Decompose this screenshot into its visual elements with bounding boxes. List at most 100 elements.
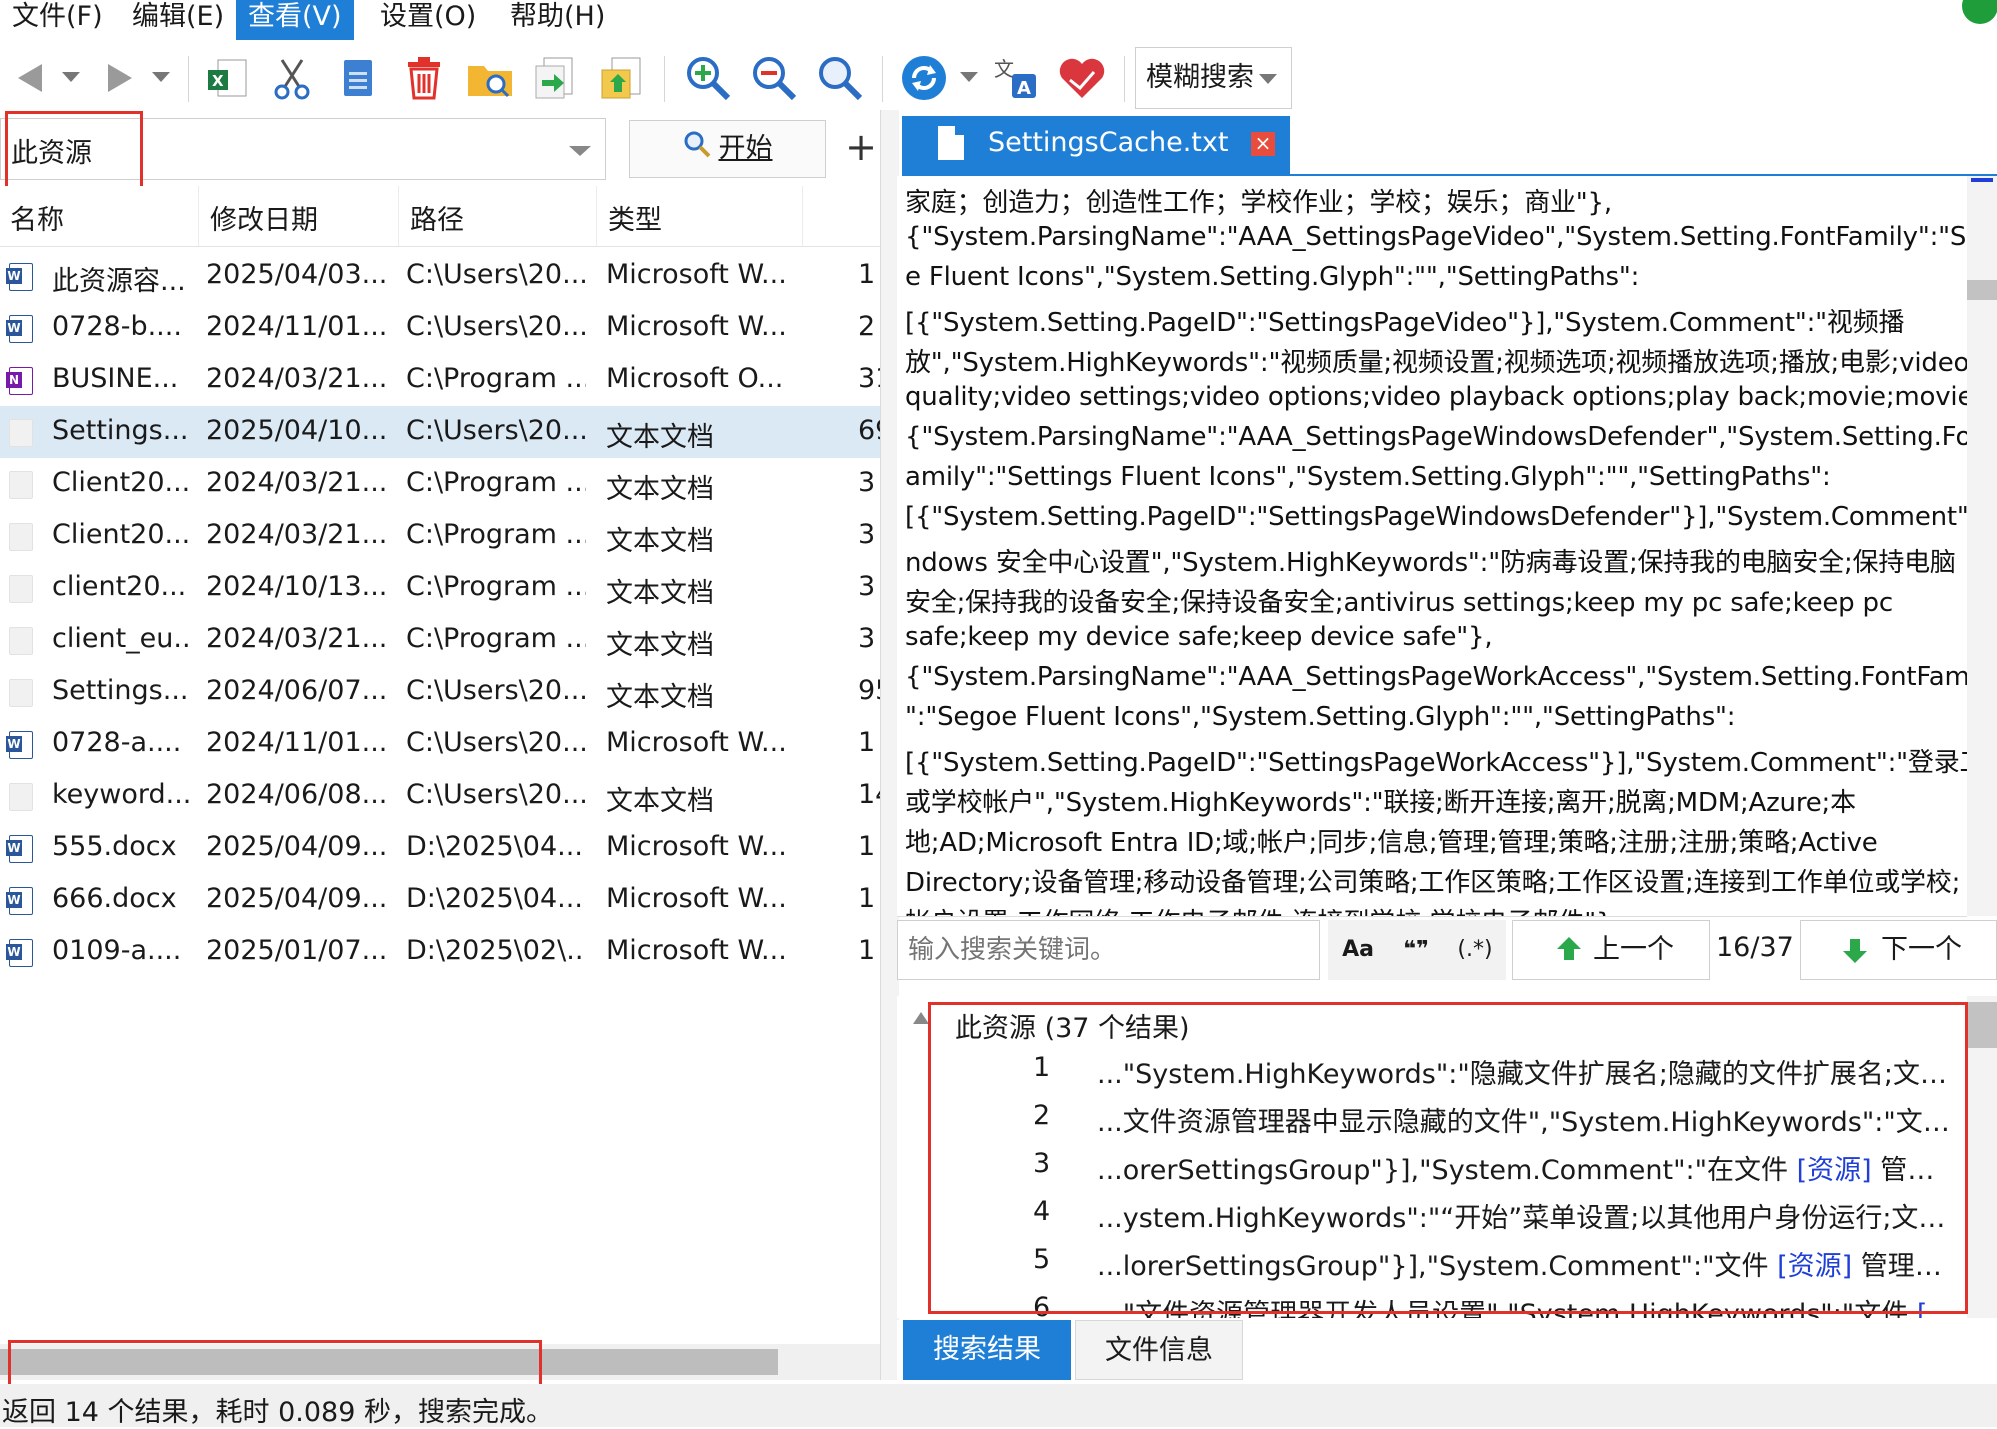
table-row[interactable]: 此资源容... 2025/04/03... C:\Users\20... Micros… bbox=[0, 250, 880, 302]
column-divider[interactable] bbox=[398, 186, 399, 246]
table-row[interactable]: client20... 2024/10/13... C:\Program ... 文本… bbox=[0, 562, 880, 614]
path-cell: C:\Users\20... bbox=[406, 727, 586, 758]
table-row[interactable]: 0728-a.... 2024/11/01... C:\Users\20... Mic… bbox=[0, 718, 880, 770]
add-search-button[interactable]: + bbox=[843, 118, 879, 178]
size-cell: 31 bbox=[858, 363, 880, 394]
copy-icon[interactable] bbox=[330, 50, 386, 106]
text-file-icon bbox=[9, 627, 33, 655]
forward-icon[interactable] bbox=[92, 50, 148, 106]
modified-date-cell: 2025/04/09... bbox=[206, 883, 386, 914]
scrollbar-match-marker bbox=[1971, 178, 1993, 182]
column-header-type[interactable]: 类型 bbox=[608, 198, 662, 237]
size-cell: 1 bbox=[858, 883, 876, 914]
heart-favorite-icon[interactable] bbox=[1054, 50, 1110, 106]
menu-view[interactable]: 查看(V) bbox=[236, 0, 354, 40]
column-divider[interactable] bbox=[802, 186, 803, 246]
path-cell: C:\Program ... bbox=[406, 467, 586, 498]
zoom-reset-icon[interactable] bbox=[812, 50, 868, 106]
table-row[interactable]: 555.docx 2025/04/09... D:\2025\04... Micros… bbox=[0, 822, 880, 874]
whole-word-toggle[interactable]: ❝❞ bbox=[1388, 920, 1444, 980]
search-icon bbox=[683, 122, 711, 178]
document-tab-title: SettingsCache.txt bbox=[988, 127, 1229, 158]
type-cell: 文本文档 bbox=[606, 682, 714, 713]
match-case-toggle[interactable]: Aa bbox=[1328, 920, 1388, 980]
back-icon[interactable] bbox=[2, 50, 58, 106]
regex-toggle[interactable]: (.*) bbox=[1444, 920, 1506, 980]
start-search-button[interactable]: 开始 bbox=[629, 120, 826, 178]
modified-date-cell: 2025/04/09... bbox=[206, 831, 386, 862]
scrollbar-thumb[interactable] bbox=[1967, 280, 1997, 300]
export-file-icon[interactable] bbox=[528, 50, 584, 106]
refresh-options-chevron-down-icon[interactable] bbox=[960, 72, 978, 82]
previous-match-button[interactable]: 上一个 bbox=[1512, 920, 1710, 980]
text-file-icon bbox=[9, 419, 33, 447]
tab-search-results[interactable]: 搜索结果 bbox=[903, 1320, 1071, 1380]
table-row[interactable]: 666.docx 2025/04/09... D:\2025\04... Micros… bbox=[0, 874, 880, 926]
column-header-name[interactable]: 名称 bbox=[10, 198, 64, 237]
menu-edit[interactable]: 编辑(E) bbox=[120, 0, 236, 40]
document-preview[interactable]: 家庭；创造力；创造性工作；学校作业；学校；娱乐；商业"}, {"System.Pa… bbox=[897, 176, 1967, 917]
refresh-icon[interactable] bbox=[896, 50, 952, 106]
document-line: ndows 安全中心设置","System.HighKeywords":"防病毒… bbox=[905, 548, 1956, 578]
onenote-icon bbox=[6, 367, 33, 395]
table-row[interactable]: BUSINE... 2024/03/21... C:\Program ... Micr… bbox=[0, 354, 880, 406]
path-cell: C:\Program ... bbox=[406, 519, 586, 550]
find-keyword-input[interactable] bbox=[898, 921, 1310, 979]
table-row[interactable]: Client20... 2024/03/21... C:\Program ... 文本… bbox=[0, 458, 880, 510]
zoom-out-icon[interactable] bbox=[746, 50, 802, 106]
type-cell: Microsoft O... bbox=[606, 363, 784, 394]
document-tab[interactable]: SettingsCache.txt × bbox=[902, 116, 1290, 174]
column-divider[interactable] bbox=[198, 186, 199, 246]
table-row[interactable]: Settings... 2024/06/07... C:\Users\20... 文本… bbox=[0, 666, 880, 718]
menu-settings[interactable]: 设置(O) bbox=[368, 0, 488, 40]
menu-help[interactable]: 帮助(H) bbox=[498, 0, 617, 40]
modified-date-cell: 2025/01/07... bbox=[206, 935, 386, 966]
document-line: 地;AD;Microsoft Entra ID;域;帐户;同步;信息;管理;管理… bbox=[905, 828, 1878, 858]
bottom-tab-bar: 搜索结果 文件信息 bbox=[897, 1320, 1997, 1382]
column-divider[interactable] bbox=[596, 186, 597, 246]
next-match-button[interactable]: 下一个 bbox=[1800, 920, 1997, 980]
document-line: [{"System.Setting.PageID":"SettingsPageW… bbox=[905, 502, 1967, 532]
toolbar-separator bbox=[664, 56, 665, 102]
document-vertical-scrollbar[interactable] bbox=[1967, 176, 1997, 916]
import-file-icon[interactable] bbox=[594, 50, 650, 106]
word-doc-icon bbox=[6, 315, 33, 343]
table-row[interactable]: Client20... 2024/03/21... C:\Program ... 文本… bbox=[0, 510, 880, 562]
table-row[interactable]: 0728-b.... 2024/11/01... C:\Users\20... Mic… bbox=[0, 302, 880, 354]
back-history-chevron-down-icon[interactable] bbox=[62, 72, 80, 82]
translate-icon[interactable]: 文A bbox=[988, 50, 1044, 106]
table-row[interactable]: client_eu... 2024/03/21... C:\Program ... 文… bbox=[0, 614, 880, 666]
size-cell: 1 bbox=[858, 727, 876, 758]
column-header-path[interactable]: 路径 bbox=[410, 198, 464, 237]
document-line: 家庭；创造力；创造性工作；学校作业；学校；娱乐；商业"}, bbox=[905, 188, 1612, 218]
file-name-cell: keyword.... bbox=[52, 779, 192, 810]
find-in-document-field[interactable] bbox=[897, 920, 1320, 980]
size-cell: 14 bbox=[858, 779, 880, 810]
search-mode-select[interactable]: 模糊搜索 bbox=[1135, 47, 1292, 109]
delete-icon[interactable] bbox=[396, 50, 452, 106]
excel-export-icon[interactable]: X bbox=[200, 50, 256, 106]
document-line: safe;keep my device safe;keep device saf… bbox=[905, 622, 1493, 652]
type-cell: 文本文档 bbox=[606, 526, 714, 557]
menu-file[interactable]: 文件(F) bbox=[0, 0, 115, 40]
open-folder-icon[interactable] bbox=[462, 50, 518, 106]
file-name-cell: Client20... bbox=[52, 467, 191, 498]
table-row[interactable]: 0109-a.... 2025/01/07... D:\2025\02\... Mic… bbox=[0, 926, 880, 978]
type-cell: Microsoft W... bbox=[606, 831, 787, 862]
zoom-in-icon[interactable] bbox=[680, 50, 736, 106]
forward-history-chevron-down-icon[interactable] bbox=[152, 72, 170, 82]
document-line: {"System.ParsingName":"AAA_SettingsPageW… bbox=[905, 662, 1967, 692]
results-vertical-scrollbar[interactable] bbox=[1967, 996, 1997, 1318]
table-row[interactable]: keyword.... 2024/06/08... C:\Users\20... 文本… bbox=[0, 770, 880, 822]
word-doc-icon bbox=[6, 887, 33, 915]
close-icon[interactable]: × bbox=[1251, 132, 1275, 156]
column-header-date[interactable]: 修改日期 bbox=[210, 198, 318, 237]
collapse-triangle-icon[interactable] bbox=[913, 1012, 929, 1024]
table-row[interactable]: Settings... 2025/04/10... C:\Users\20... 文本… bbox=[0, 406, 880, 458]
tab-file-info[interactable]: 文件信息 bbox=[1075, 1320, 1243, 1380]
file-name-cell: client_eu... bbox=[52, 623, 192, 654]
cut-icon[interactable] bbox=[264, 50, 320, 106]
word-doc-icon bbox=[6, 263, 33, 291]
scrollbar-thumb[interactable] bbox=[1967, 1002, 1997, 1048]
path-cell: D:\2025\02\... bbox=[406, 935, 586, 966]
